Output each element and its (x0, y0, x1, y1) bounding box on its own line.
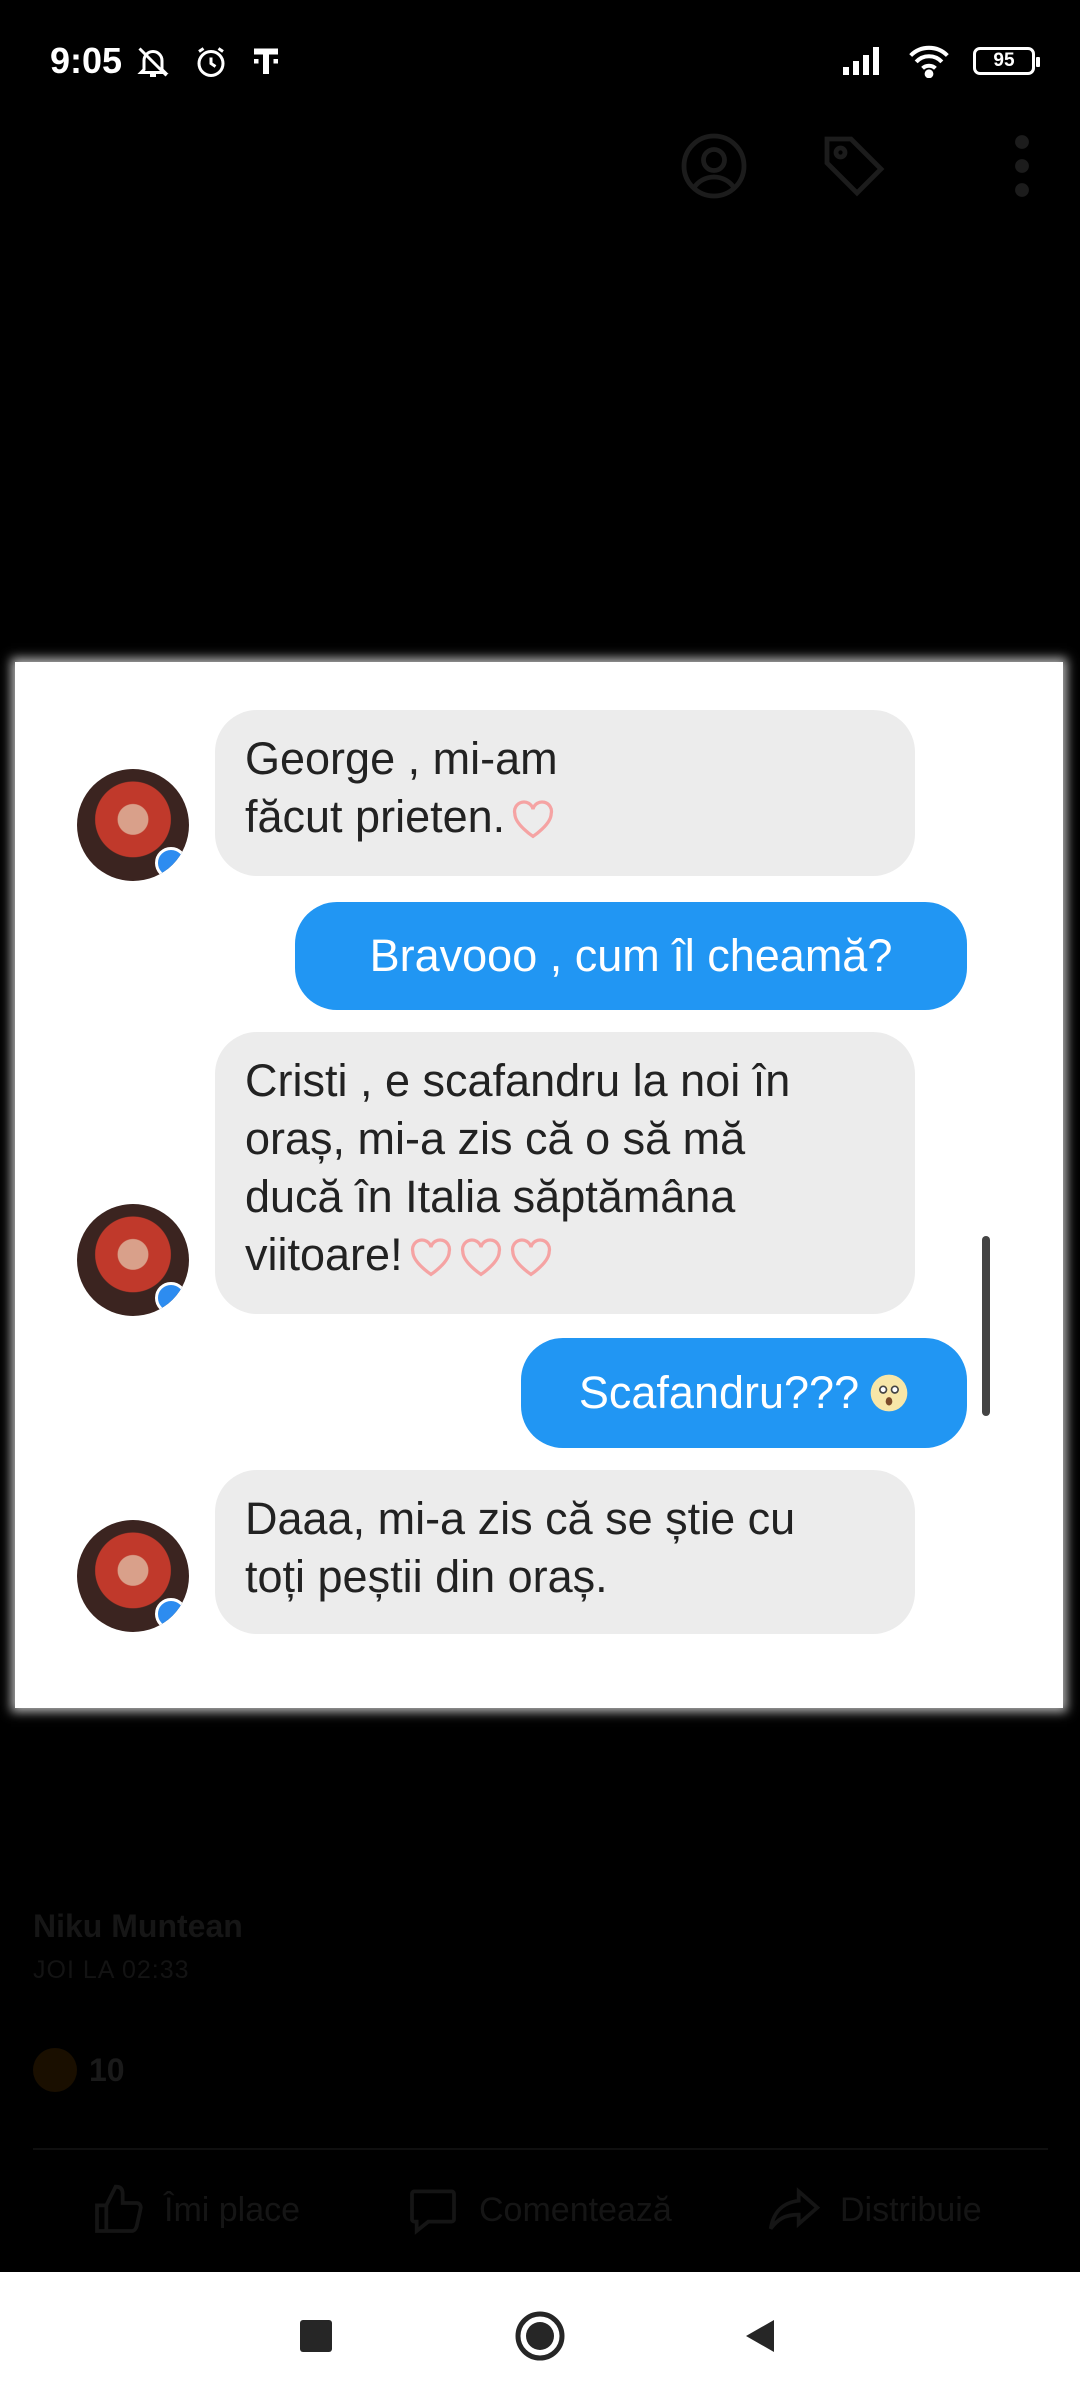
surprised-emoji-icon (870, 1374, 908, 1412)
navigation-bar (0, 2272, 1080, 2400)
reaction-count: 10 (89, 2051, 125, 2088)
divider (33, 2148, 1048, 2150)
message-line: Cristi , e scafandru la noi în (245, 1055, 791, 1106)
post-image[interactable]: George , mi-am făcut prieten. Bravooo , … (15, 662, 1063, 1708)
share-label: Distribuie (840, 2190, 982, 2229)
scroll-indicator (982, 1236, 990, 1416)
wifi-icon (909, 45, 949, 78)
message-line: toți peștii din oraș. (245, 1551, 608, 1602)
messenger-badge-icon (155, 1282, 187, 1314)
messenger-badge-icon (155, 847, 187, 879)
message-text: Bravooo , cum îl cheamă? (369, 930, 893, 981)
recents-icon (300, 2320, 332, 2352)
incoming-message: George , mi-am făcut prieten. (215, 710, 915, 876)
message-line: oraș, mi-a zis că o să mă (245, 1113, 746, 1164)
heart-icon (510, 1238, 551, 1277)
like-icon (95, 2184, 143, 2233)
heart-icon (513, 800, 554, 839)
comment-button[interactable]: Comentează (405, 2178, 672, 2242)
signal-icon (843, 47, 879, 75)
comment-label: Comentează (479, 2190, 672, 2229)
like-label: Îmi place (164, 2190, 301, 2229)
message-line: ducă în Italia săptămâna (245, 1171, 736, 1222)
tag-people-icon[interactable] (678, 130, 750, 202)
alarm-icon (197, 47, 225, 77)
heart-icon (410, 1238, 451, 1277)
post-date: JOI LA 02:33 (33, 1956, 190, 1984)
heart-icon (460, 1238, 501, 1277)
like-button[interactable]: Îmi place (90, 2178, 300, 2242)
messenger-badge-icon (155, 1598, 187, 1630)
avatar (77, 769, 189, 881)
status-time: 9:05 (50, 40, 123, 81)
back-button[interactable] (700, 2272, 820, 2400)
share-button[interactable]: Distribuie (766, 2178, 982, 2242)
photo-toolbar (680, 130, 1080, 210)
comment-icon (410, 2189, 456, 2235)
outgoing-message: Bravooo , cum îl cheamă? (295, 902, 967, 1010)
message-line: făcut prieten. (245, 788, 885, 846)
battery-icon: 95 (973, 47, 1040, 75)
battery-level: 95 (993, 50, 1015, 71)
more-options-icon[interactable] (1004, 130, 1040, 202)
recents-button[interactable] (256, 2272, 376, 2400)
t-mobile-icon (254, 48, 278, 74)
home-button[interactable] (480, 2272, 600, 2400)
share-icon (768, 2187, 821, 2230)
post-author[interactable]: Niku Muntean (33, 1908, 243, 1945)
avatar (77, 1520, 189, 1632)
outgoing-message: Scafandru??? (521, 1338, 967, 1448)
avatar (77, 1204, 189, 1316)
incoming-message: Daaa, mi-a zis că se știe cu toți peștii… (215, 1470, 915, 1634)
message-line: Daaa, mi-a zis că se știe cu (245, 1493, 796, 1544)
home-icon (515, 2311, 565, 2361)
back-icon (746, 2320, 774, 2352)
message-line: George , mi-am (245, 733, 558, 784)
tag-icon[interactable] (818, 130, 890, 202)
status-bar: 9:05 95 (0, 0, 1080, 130)
incoming-message: Cristi , e scafandru la noi în oraș, mi-… (215, 1032, 915, 1314)
haha-reaction-icon (33, 2048, 77, 2092)
reaction-summary[interactable]: 10 (33, 2048, 125, 2092)
message-line: viitoare! (245, 1226, 885, 1284)
message-text: Scafandru??? (578, 1367, 860, 1418)
notifications-off-icon (137, 47, 169, 77)
